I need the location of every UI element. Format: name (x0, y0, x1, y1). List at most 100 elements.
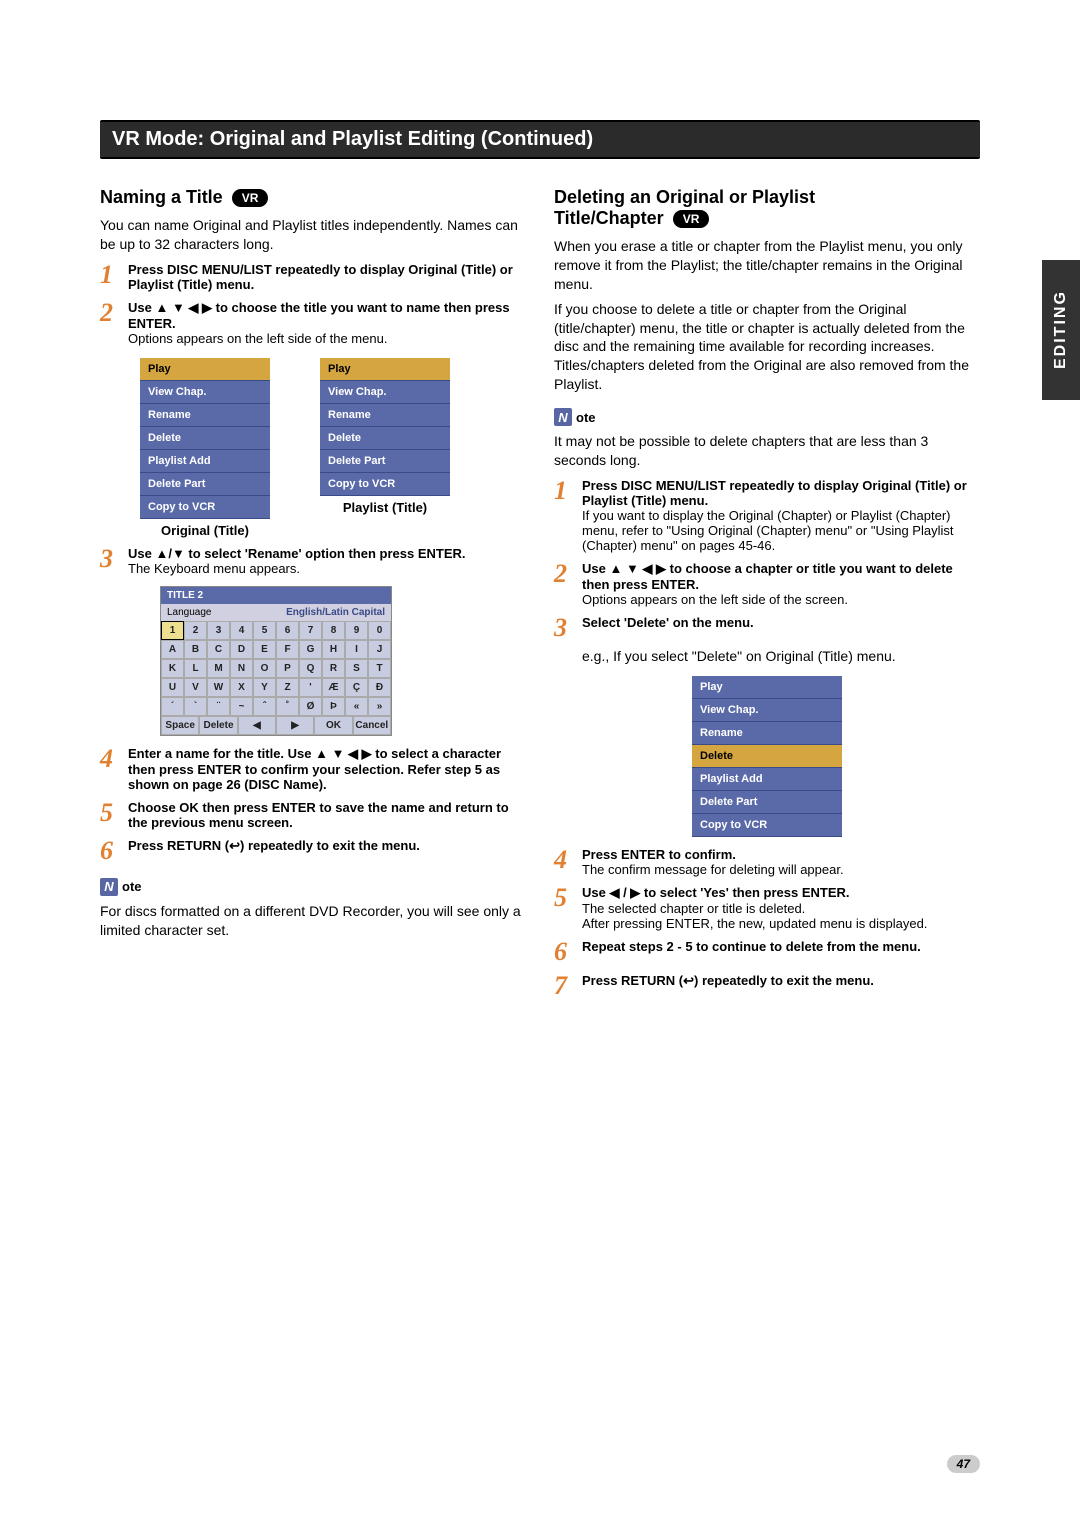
kb-bottom-row: SpaceDelete◀▶OKCancel (161, 716, 391, 735)
para2: If you choose to delete a title or chapt… (554, 300, 980, 394)
kb-key: ` (184, 697, 207, 716)
rstep5-sub1: The selected chapter or title is deleted… (582, 901, 980, 916)
step2-sub: Options appears on the left side of the … (128, 331, 526, 346)
rstep5-sub2: After pressing ENTER, the new, updated m… (582, 916, 980, 931)
kb-key: S (345, 659, 368, 678)
vr-badge: VR (232, 189, 269, 207)
rstep2-text: Use ▲ ▼ ◀ ▶ to choose a chapter or title… (582, 561, 953, 592)
step-number: 3 (554, 615, 576, 641)
heading-line1: Deleting an Original or Playlist (554, 187, 815, 207)
menu-item: Rename (320, 404, 450, 427)
playlist-menu: PlayView Chap.RenameDeleteDelete PartCop… (320, 358, 450, 496)
kb-key: Y (253, 678, 276, 697)
menu-item: Playlist Add (140, 450, 270, 473)
kb-action: ▶ (276, 716, 314, 735)
rstep6-text: Repeat steps 2 - 5 to continue to delete… (582, 939, 921, 954)
kb-key: F (276, 640, 299, 659)
step-number: 4 (554, 847, 576, 873)
kb-key: X (230, 678, 253, 697)
rstep4-sub: The confirm message for deleting will ap… (582, 862, 980, 877)
kb-lang-row: Language English/Latin Capital (161, 604, 391, 621)
kb-key: 3 (207, 621, 230, 640)
right-column: Deleting an Original or Playlist Title/C… (554, 179, 980, 1001)
menu-item: Delete (320, 427, 450, 450)
kb-key: B (184, 640, 207, 659)
kb-key: E (253, 640, 276, 659)
intro-text: You can name Original and Playlist title… (100, 216, 526, 254)
step-2: 2 Use ▲ ▼ ◀ ▶ to choose the title you wa… (100, 300, 526, 346)
vr-badge: VR (673, 210, 710, 228)
kb-key: 0 (368, 621, 391, 640)
menu-item: Copy to VCR (140, 496, 270, 519)
step-number: 5 (554, 885, 576, 911)
rstep-2: 2 Use ▲ ▼ ◀ ▶ to choose a chapter or tit… (554, 561, 980, 607)
eg-text: e.g., If you select "Delete" on Original… (582, 647, 980, 666)
kb-key: ´ (161, 697, 184, 716)
rstep5-text: Use ◀ / ▶ to select 'Yes' then press ENT… (582, 885, 850, 900)
menu-item: View Chap. (140, 381, 270, 404)
menu-item: View Chap. (320, 381, 450, 404)
kb-key: H (322, 640, 345, 659)
step-1: 1 Press DISC MENU/LIST repeatedly to dis… (100, 262, 526, 292)
left-column: Naming a Title VR You can name Original … (100, 179, 526, 1001)
menu-item: Playlist Add (692, 768, 842, 791)
note-label: ote (576, 410, 596, 425)
rstep3-text: Select 'Delete' on the menu. (582, 615, 754, 630)
step3-sub: The Keyboard menu appears. (128, 561, 526, 576)
para1: When you erase a title or chapter from t… (554, 237, 980, 294)
menu-item: Rename (692, 722, 842, 745)
note-heading: N ote (554, 408, 980, 426)
kb-key: 1 (161, 621, 184, 640)
kb-key: 2 (184, 621, 207, 640)
kb-key: Ç (345, 678, 368, 697)
kb-grid: 1234567890ABCDEFGHIJKLMNOPQRSTUVWXYZ'ÆÇÐ… (161, 621, 391, 716)
menu-item: Rename (140, 404, 270, 427)
rstep-7: 7 Press RETURN (↩) repeatedly to exit th… (554, 973, 980, 999)
kb-key: M (207, 659, 230, 678)
kb-key: 6 (276, 621, 299, 640)
content-columns: Naming a Title VR You can name Original … (100, 179, 980, 1001)
kb-key: T (368, 659, 391, 678)
playlist-menu-wrap: PlayView Chap.RenameDeleteDelete PartCop… (320, 358, 450, 538)
kb-key: J (368, 640, 391, 659)
kb-action: ◀ (238, 716, 276, 735)
rstep4-text: Press ENTER to confirm. (582, 847, 736, 862)
step-5: 5 Choose OK then press ENTER to save the… (100, 800, 526, 830)
kb-key: » (368, 697, 391, 716)
menu-item: Play (320, 358, 450, 381)
kb-key: I (345, 640, 368, 659)
kb-key: Z (276, 678, 299, 697)
rstep-3: 3 Select 'Delete' on the menu. (554, 615, 980, 641)
menu-item: Delete Part (692, 791, 842, 814)
kb-key: L (184, 659, 207, 678)
original-menu-wrap: PlayView Chap.RenameDeletePlaylist AddDe… (140, 358, 270, 538)
kb-key: Þ (322, 697, 345, 716)
kb-key: 7 (299, 621, 322, 640)
step4-text: Enter a name for the title. Use ▲ ▼ ◀ ▶ … (128, 746, 501, 792)
menu-item: Delete Part (320, 450, 450, 473)
menu-item: Copy to VCR (692, 814, 842, 837)
note-body: For discs formatted on a different DVD R… (100, 902, 526, 940)
heading-text: Naming a Title (100, 187, 223, 207)
kb-lang-value: English/Latin Capital (286, 607, 385, 618)
kb-key: 9 (345, 621, 368, 640)
step1-text: Press DISC MENU/LIST repeatedly to displ… (128, 262, 513, 292)
step-number: 2 (554, 561, 576, 587)
rstep2-sub: Options appears on the left side of the … (582, 592, 980, 607)
original-menu-caption: Original (Title) (140, 523, 270, 538)
kb-key: ~ (230, 697, 253, 716)
note-icon: N (554, 408, 572, 426)
kb-action: Delete (199, 716, 237, 735)
step-3: 3 Use ▲/▼ to select 'Rename' option then… (100, 546, 526, 576)
kb-key: 5 (253, 621, 276, 640)
step-number: 3 (100, 546, 122, 572)
kb-key: O (253, 659, 276, 678)
menu-item: View Chap. (692, 699, 842, 722)
kb-title: TITLE 2 (161, 587, 391, 604)
kb-key: C (207, 640, 230, 659)
rstep1-sub: If you want to display the Original (Cha… (582, 508, 980, 553)
kb-action: Cancel (353, 716, 391, 735)
playlist-menu-caption: Playlist (Title) (320, 500, 450, 515)
kb-key: 4 (230, 621, 253, 640)
menu-item: Copy to VCR (320, 473, 450, 496)
